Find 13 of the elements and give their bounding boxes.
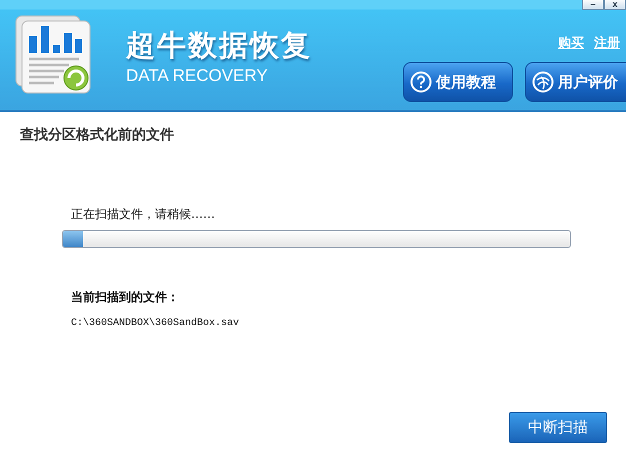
stop-scan-button[interactable]: 中断扫描	[509, 412, 607, 443]
page-heading: 查找分区格式化前的文件	[20, 126, 175, 144]
question-icon	[410, 71, 432, 93]
header-button[interactable]: 用户评价	[525, 62, 626, 102]
globe-icon	[532, 71, 554, 93]
app-title: 超牛数据恢复	[126, 28, 312, 62]
app-subtitle: DATA RECOVERY	[126, 66, 269, 86]
minimize-button[interactable]: –	[582, 0, 604, 10]
close-button[interactable]: x	[604, 0, 626, 10]
status-text: 正在扫描文件，请稍候……	[71, 206, 216, 223]
header-button[interactable]: 使用教程	[403, 62, 513, 102]
current-file-label: 当前扫描到的文件：	[71, 289, 180, 306]
current-file-path: C:\360SANDBOX\360SandBox.sav	[71, 318, 240, 329]
